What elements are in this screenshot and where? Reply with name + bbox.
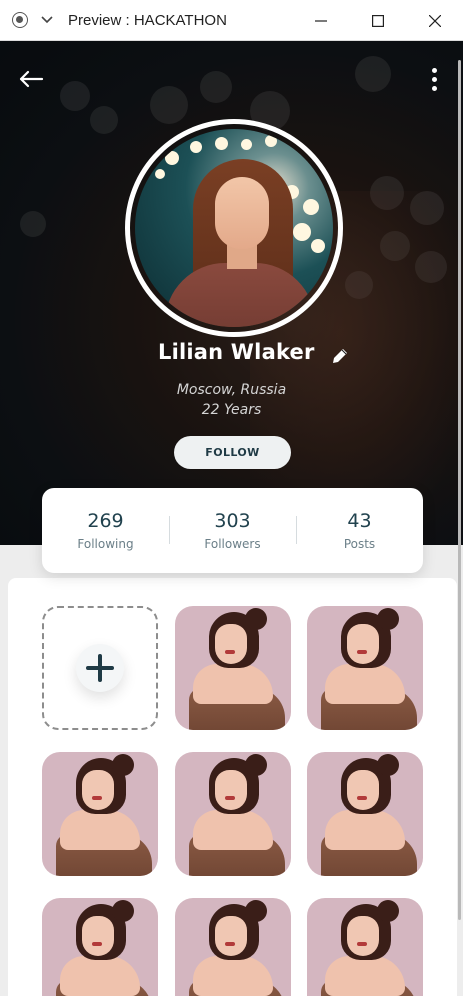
stat-label: Posts	[343, 537, 376, 551]
stat-value: 303	[214, 510, 251, 532]
add-photo-tile[interactable]	[42, 606, 158, 730]
gallery-photo[interactable]	[175, 752, 291, 876]
back-arrow-icon	[19, 70, 44, 88]
gallery-photo[interactable]	[307, 606, 423, 730]
scrollbar[interactable]	[458, 60, 461, 920]
profile-name: Lilian Wlaker	[158, 340, 315, 364]
pencil-icon	[333, 349, 347, 363]
gallery-photo[interactable]	[307, 752, 423, 876]
more-vertical-icon	[431, 67, 437, 73]
gallery-photo[interactable]	[42, 898, 158, 996]
gallery-photo[interactable]	[42, 752, 158, 876]
window-title: Preview : HACKATHON	[68, 11, 227, 29]
profile-age: 22 Years	[201, 402, 262, 418]
gallery-photo[interactable]	[307, 898, 423, 996]
minimize-button[interactable]	[292, 0, 349, 41]
avatar[interactable]	[125, 119, 343, 337]
window-controls	[292, 0, 463, 41]
chevron-down-icon[interactable]	[40, 13, 54, 27]
avatar-photo	[135, 129, 333, 327]
window-titlebar: Preview : HACKATHON	[0, 0, 463, 41]
back-button[interactable]	[16, 66, 46, 92]
gallery-photo[interactable]	[175, 606, 291, 730]
stat-posts[interactable]: 43 Posts	[296, 488, 423, 573]
gallery-photo[interactable]	[175, 898, 291, 996]
edit-profile-button[interactable]	[329, 345, 351, 367]
more-options-button[interactable]	[424, 64, 444, 94]
stats-card: 269 Following 303 Followers 43 Posts	[42, 488, 423, 573]
plus-icon	[86, 654, 114, 682]
stat-label: Followers	[204, 537, 261, 551]
stat-value: 269	[87, 510, 124, 532]
maximize-button[interactable]	[349, 0, 406, 41]
close-icon	[428, 14, 441, 27]
profile-location: Moscow, Russia	[176, 382, 287, 398]
maximize-icon	[371, 14, 384, 27]
stat-value: 43	[347, 510, 372, 532]
app-icon	[12, 12, 28, 28]
stat-followers[interactable]: 303 Followers	[169, 488, 296, 573]
close-button[interactable]	[406, 0, 463, 41]
stat-label: Following	[77, 537, 134, 551]
add-photo-button[interactable]	[76, 644, 124, 692]
stat-following[interactable]: 269 Following	[42, 488, 169, 573]
follow-button[interactable]: FOLLOW	[174, 436, 291, 469]
minimize-icon	[314, 19, 327, 22]
